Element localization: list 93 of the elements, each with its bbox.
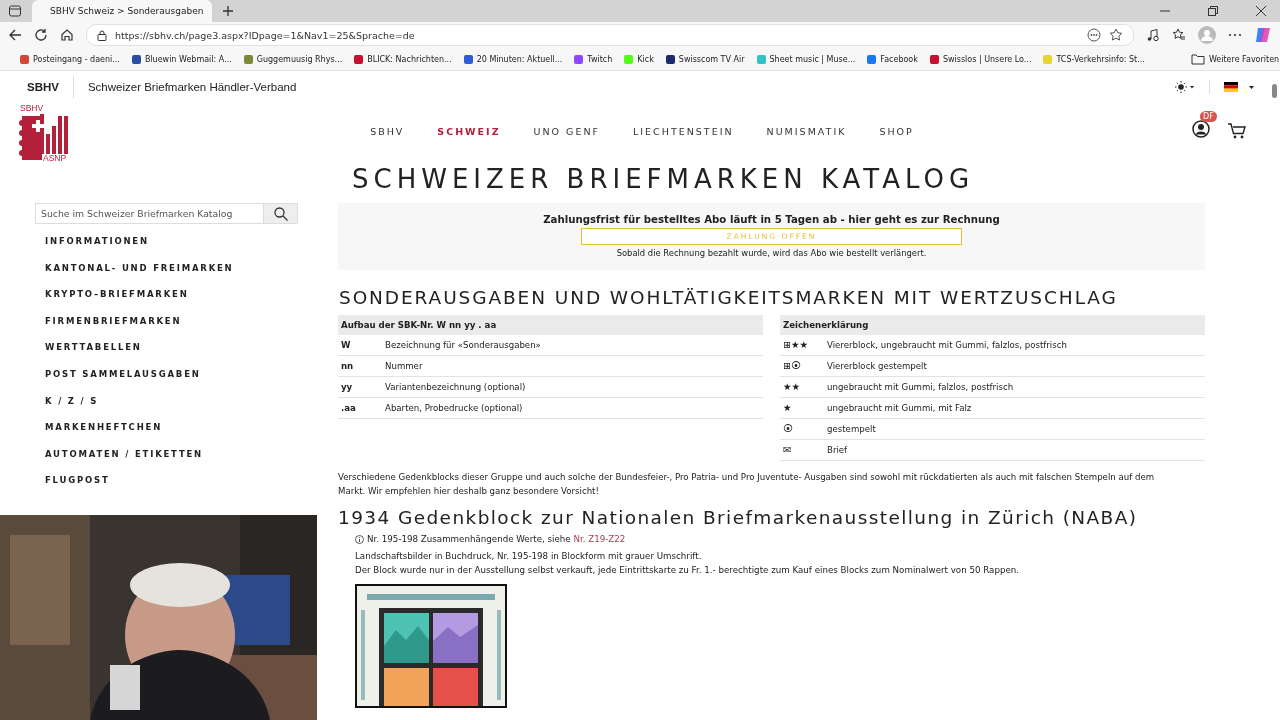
bookmark[interactable]: 20 Minuten: Aktuell... [463, 54, 563, 64]
bookmark[interactable]: BLICK: Nachrichten... [354, 54, 452, 64]
folder-icon [1190, 53, 1205, 65]
page-title: SCHWEIZER BRIEFMARKEN KATALOG [351, 163, 976, 196]
sun-icon[interactable] [1175, 80, 1195, 93]
flag-icon[interactable] [1224, 81, 1256, 92]
restore-icon[interactable] [1208, 6, 1218, 16]
url-text: https://sbhv.ch/page3.aspx?IDpage=1&Nav1=25&Sprache=de [115, 29, 415, 41]
close-icon[interactable] [1256, 6, 1266, 16]
sidebar-link[interactable]: POST SAMMELAUSGABEN [35, 360, 298, 388]
symbol-text: ★★ [782, 380, 802, 394]
table-cell-text: Viererblock, ungebraucht mit Gummi, falzlos, postfrisch [827, 339, 1068, 352]
sidebar-link[interactable]: FLUGPOST [35, 467, 298, 494]
nav-link[interactable]: LIECHTENSTEIN [633, 125, 734, 137]
star-icon[interactable] [1109, 28, 1123, 42]
sidebar-link[interactable]: INFORMATIONEN [35, 228, 298, 255]
symbol-text: ⊞★★ [782, 338, 809, 352]
table-cell-text: Variantenbezeichnung (optional) [385, 381, 527, 394]
tab-actions-icon[interactable] [8, 4, 22, 18]
bookmark[interactable]: Swisslos | Unsere Lo... [929, 54, 1032, 64]
bookmark[interactable]: Kick [624, 54, 654, 64]
user-badge: DF [1200, 111, 1217, 122]
back-icon[interactable] [8, 28, 22, 42]
block-heading: 1934 Gedenkblock zur Nationalen Briefmarkenausstellung in Zürich (NABA) [338, 507, 1139, 528]
nav-link[interactable]: NUMISMATIK [766, 125, 847, 137]
sidebar-link[interactable]: MARKENHEFTCHEN [35, 414, 298, 441]
table-header: Aufbau der SBK-Nr. W nn yy . aa [338, 315, 763, 335]
more-icon[interactable] [1087, 28, 1101, 42]
site-name: Schweizer Briefmarken Händler-Verband [87, 80, 297, 93]
browser-tab[interactable]: SBHV Schweiz > Sonderausgaben [32, 0, 212, 22]
bookmark-folder[interactable]: Weitere Favoriten [1190, 53, 1280, 65]
sidebar-link[interactable]: KANTONAL- UND FREIMARKEN [35, 254, 298, 282]
table-cell-text: nn [340, 360, 355, 373]
sidebar-link[interactable]: AUTOMATEN / ETIKETTEN [35, 440, 298, 468]
music-icon[interactable] [1146, 28, 1160, 42]
address-bar[interactable]: https://sbhv.ch/page3.aspx?IDpage=1&Nav1=25&Sprache=de [86, 24, 1134, 46]
scrollbar-thumb[interactable] [1272, 84, 1277, 98]
sidebar-link[interactable]: K / Z / S [35, 387, 298, 415]
table-cell-text: gestempelt [827, 423, 877, 436]
bookmark[interactable]: Posteingang - daeni... [20, 54, 120, 64]
table-cell-text: Brief [827, 444, 849, 457]
nav-link[interactable]: SBHV [370, 125, 405, 137]
user-icon[interactable] [1192, 120, 1210, 138]
bookmark[interactable]: Twitch [574, 54, 613, 64]
info-text: Nr. 195-198 Zusammenhängende Werte, siehe Nr. Z19-Z22 [367, 534, 626, 544]
bookmark[interactable]: Swisscom TV Air [665, 54, 745, 64]
table-cell-text: Nummer [385, 360, 424, 373]
table-cell-text: Viererblock gestempelt [827, 360, 928, 373]
info-icon [355, 534, 364, 544]
lock-icon [97, 29, 107, 41]
search-field[interactable]: Suche im Schweizer Briefmarken Katalog [35, 203, 264, 224]
nav-link[interactable]: UNO GENF [533, 125, 600, 137]
sidebar-link[interactable]: WERTTABELLEN [35, 334, 298, 361]
reload-icon[interactable] [34, 28, 48, 42]
nav-link[interactable]: SCHWEIZ [437, 125, 501, 137]
symbol-text: ✉ [782, 443, 792, 457]
table-cell-text: W [340, 339, 352, 352]
bookmark[interactable]: Sheet music | Muse... [756, 54, 856, 64]
search-icon [273, 206, 288, 221]
bookmark[interactable]: TCS-Verkehrsinfo: St... [1043, 54, 1145, 64]
warning-text: Verschiedene Gedenkblocks dieser Gruppe und auch solche der Bundesfeier-, Pro Patria- und Pro Juventute- Ausgaben sind sowohl mit rückdatierten als auch mit falschen Stempeln auf dem Markt. Wir empfehlen hier deshalb ganz besondere Vorsicht! [338, 471, 1156, 498]
sidebar-link[interactable]: FIRMENBRIEFMARKEN [35, 307, 298, 335]
table-header: Zeichenerklärung [780, 315, 1205, 335]
brand-text: SBHV [27, 80, 59, 93]
search-button[interactable] [264, 203, 298, 224]
bookmark[interactable]: Bluewin Webmail: A... [131, 54, 232, 64]
section-heading: SONDERAUSGABEN UND WOHLTÄTIGKEITSMARKEN MIT WERTZUSCHLAG [339, 287, 1119, 308]
description-text: Landschaftsbilder in Buchdruck, Nr. 195-198 in Blockform mit grauer Umschrift. [355, 550, 703, 563]
cart-icon[interactable] [1228, 123, 1246, 139]
symbol-text: ★ [782, 401, 793, 415]
logo-text: SBHV [20, 103, 44, 113]
sidebar-link[interactable]: KRYPTO–BRIEFMARKEN [35, 281, 298, 308]
description-text: Der Block wurde nur in der Ausstellung selbst verkauft, jede Eintrittskarte zu Fr. 1.- berechtigte zum Kauf eines Blocks zum Nominalwert von 50 Rappen. [355, 564, 1021, 577]
table-cell-text: Abarten, Probedrucke (optional) [385, 402, 524, 415]
symbol-text: ⊞⦿ [782, 359, 802, 373]
table-cell-text: ungebraucht mit Gummi, mit Falz [827, 402, 973, 415]
symbol-text: ⦿ [782, 422, 794, 436]
nav-link[interactable]: SHOP [879, 125, 914, 137]
notice-note: Sobald die Rechnung bezahlt wurde, wird das Abo wie bestellt verlängert. [616, 248, 927, 258]
notice-text: Zahlungsfrist für bestelltes Abo läuft in 5 Tagen ab - hier geht es zur Rechnung [543, 214, 1000, 225]
info-link[interactable]: Nr. Z19-Z22 [573, 534, 626, 544]
bookmark[interactable]: Facebook [867, 54, 918, 64]
home-icon[interactable] [60, 28, 74, 42]
logo-icon[interactable] [19, 114, 68, 160]
table-cell-text: Bezeichnung für «Sonderausgaben» [385, 339, 542, 352]
bookmark[interactable]: Guggemuusig Rhys... [243, 54, 343, 64]
table-cell-text: ungebraucht mit Gummi, falzlos, postfrisch [827, 381, 1015, 394]
table-cell-text: yy [340, 381, 354, 394]
table-cell-text: .aa [340, 402, 357, 415]
copilot-icon[interactable] [1254, 26, 1272, 44]
favorites-icon[interactable] [1172, 28, 1186, 42]
new-tab-icon[interactable] [222, 5, 234, 17]
logo-text: ASNP [43, 153, 67, 162]
